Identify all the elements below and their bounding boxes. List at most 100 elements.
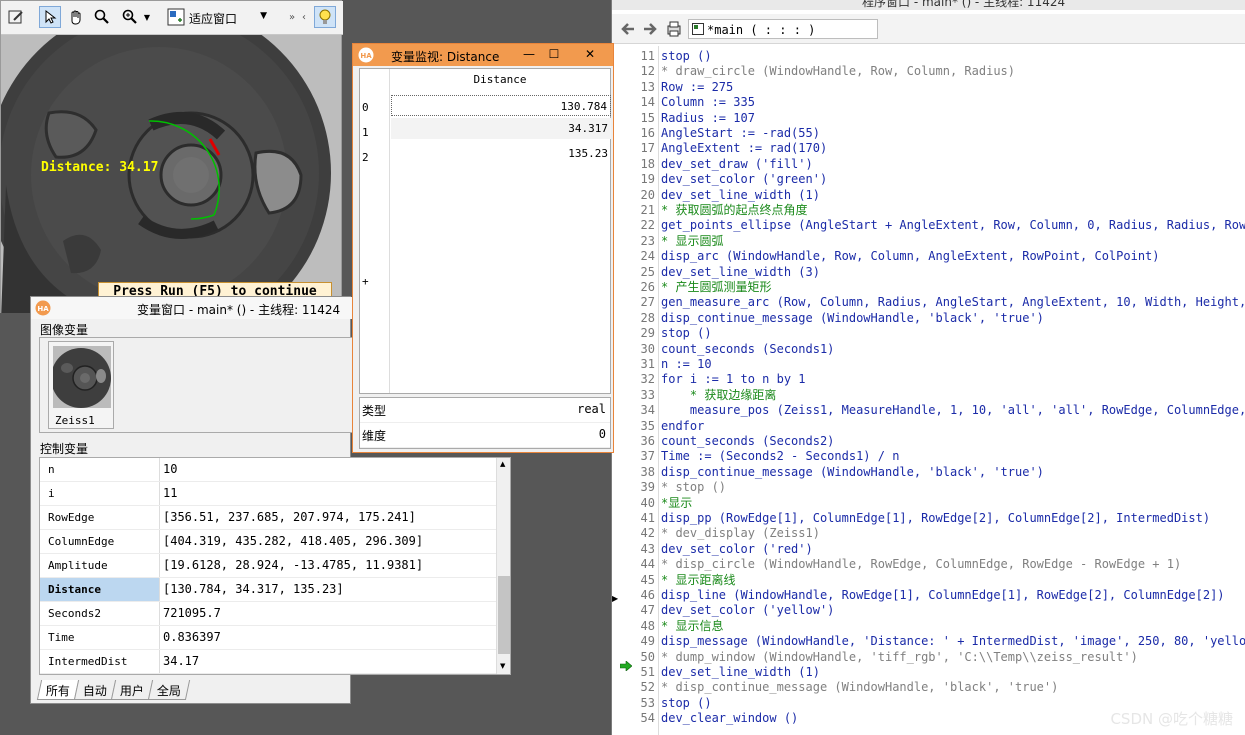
procedure-select[interactable]: *main ( : : : ) — [688, 19, 878, 39]
watch-column-header: Distance — [473, 73, 527, 86]
code-line[interactable]: stop () — [661, 696, 712, 711]
image-variables-label: 图像变量 — [40, 323, 89, 337]
tab-all[interactable]: 所有 — [36, 680, 80, 700]
code-line[interactable]: for i := 1 to n by 1 — [661, 372, 806, 387]
procedure-label: *main ( : : : ) — [707, 23, 816, 37]
code-line[interactable]: * stop () — [661, 480, 726, 495]
image-variable-zeiss1[interactable]: Zeiss1 — [48, 341, 114, 429]
tab-global[interactable]: 全局 — [147, 680, 191, 700]
variable-row[interactable]: ColumnEdge [404.319, 435.282, 418.405, 29… — [40, 530, 496, 554]
code-line[interactable]: disp_continue_message (WindowHandle, 'bl… — [661, 465, 1044, 480]
code-line[interactable]: Column := 335 — [661, 95, 755, 110]
code-line[interactable]: Time := (Seconds2 - Seconds1) / n — [661, 449, 899, 464]
scroll-down-icon[interactable]: ▼ — [500, 662, 505, 670]
code-line[interactable]: dev_set_color ('green') — [661, 172, 827, 187]
fit-window-label: 适应窗口 — [189, 11, 238, 26]
svg-text:HA: HA — [360, 52, 372, 60]
code-line[interactable]: stop () — [661, 326, 712, 341]
line-number: 54 — [640, 711, 655, 726]
code-line[interactable]: Row := 275 — [661, 80, 733, 95]
code-line[interactable]: * 显示圆弧 — [661, 234, 723, 249]
code-line[interactable]: endfor — [661, 419, 704, 434]
graphics-canvas[interactable]: Distance: 34.17 — [1, 35, 341, 313]
code-line[interactable]: measure_pos (Zeiss1, MeasureHandle, 1, 1… — [661, 403, 1245, 418]
variable-row[interactable]: Time 0.836397 — [40, 626, 496, 650]
code-line[interactable]: disp_arc (WindowHandle, Row, Column, Ang… — [661, 249, 1160, 264]
vertical-scrollbar[interactable]: ▲ ▼ — [496, 458, 510, 674]
line-number: 20 — [640, 187, 655, 202]
watch-index-0: 0 — [362, 101, 369, 114]
code-line[interactable]: * 获取边缘距离 — [661, 388, 776, 403]
code-editor[interactable]: stop () * draw_circle (WindowHandle, Row,… — [658, 46, 1245, 735]
overflow-dropdown-icon[interactable]: ‹ — [299, 6, 309, 28]
code-line[interactable]: dev_set_color ('yellow') — [661, 603, 834, 618]
variable-row[interactable]: Amplitude [19.6128, 28.924, -13.4785, 11.… — [40, 554, 496, 578]
code-line[interactable]: dev_set_draw ('fill') — [661, 157, 813, 172]
back-arrow-icon[interactable] — [620, 21, 636, 40]
variable-row[interactable]: n 10 — [40, 458, 496, 482]
variable-row[interactable]: IntermedDist 34.17 — [40, 650, 496, 674]
code-line[interactable]: AngleStart := -rad(55) — [661, 126, 820, 141]
code-line[interactable]: count_seconds (Seconds1) — [661, 342, 834, 357]
code-line[interactable]: dev_set_line_width (1) — [661, 665, 820, 680]
code-line[interactable]: disp_continue_message (WindowHandle, 'bl… — [661, 311, 1044, 326]
code-line[interactable]: * 显示信息 — [661, 619, 723, 634]
code-line[interactable]: stop () — [661, 49, 712, 64]
code-line[interactable]: * disp_continue_message (WindowHandle, '… — [661, 680, 1058, 695]
watch-dim-label: 维度 — [362, 429, 387, 443]
code-line[interactable]: * draw_circle (WindowHandle, Row, Column… — [661, 64, 1015, 79]
tab-user[interactable]: 用户 — [110, 680, 154, 700]
variable-row[interactable]: Distance [130.784, 34.317, 135.23] — [40, 578, 496, 602]
variable-row[interactable]: RowEdge [356.51, 237.685, 207.974, 175.24… — [40, 506, 496, 530]
maximize-icon[interactable]: ☐ — [545, 46, 563, 62]
code-line[interactable]: *显示 — [661, 496, 692, 511]
code-line[interactable]: n := 10 — [661, 357, 712, 372]
code-line[interactable]: * 显示距离线 — [661, 573, 735, 588]
watch-add-index[interactable]: + — [362, 275, 369, 288]
scroll-up-icon[interactable]: ▲ — [500, 460, 505, 468]
watch-value-1[interactable]: 34.317 — [391, 118, 611, 139]
svg-text:HA: HA — [37, 305, 49, 313]
code-line[interactable]: dev_set_line_width (1) — [661, 188, 820, 203]
close-icon[interactable]: ✕ — [581, 46, 599, 62]
code-line[interactable]: * dump_window (WindowHandle, 'tiff_rgb',… — [661, 650, 1138, 665]
watch-value-0[interactable]: 130.784 — [391, 95, 611, 116]
code-line[interactable]: * 产生圆弧测量矩形 — [661, 280, 771, 295]
scrollbar-thumb[interactable] — [498, 576, 510, 654]
code-line[interactable]: * disp_circle (WindowHandle, RowEdge, Co… — [661, 557, 1181, 572]
code-line[interactable]: get_points_ellipse (AngleStart + AngleEx… — [661, 218, 1245, 233]
minimize-icon[interactable]: — — [520, 46, 538, 62]
watch-window-title: 变量监视: Distance — [391, 50, 500, 64]
magnifier-icon[interactable] — [91, 6, 113, 28]
watch-properties: 类型 real 维度 0 — [359, 397, 611, 449]
code-line[interactable]: * dev_display (Zeiss1) — [661, 526, 820, 541]
code-line[interactable]: dev_set_color ('red') — [661, 542, 813, 557]
overflow-icon[interactable]: » — [285, 6, 299, 28]
forward-arrow-icon[interactable] — [642, 21, 658, 40]
variable-row[interactable]: Seconds2 721095.7 — [40, 602, 496, 626]
zoom-in-icon[interactable] — [119, 6, 141, 28]
code-line[interactable]: count_seconds (Seconds2) — [661, 434, 834, 449]
watch-value-2[interactable]: 135.23 — [391, 143, 611, 164]
code-line[interactable]: * 获取圆弧的起点终点角度 — [661, 203, 807, 218]
line-number: 31 — [640, 357, 655, 371]
edit-icon[interactable] — [5, 6, 27, 28]
line-number: 32 — [640, 372, 655, 387]
code-line[interactable]: gen_measure_arc (Row, Column, Radius, An… — [661, 295, 1245, 310]
code-line[interactable]: disp_message (WindowHandle, 'Distance: '… — [661, 634, 1245, 649]
pointer-icon[interactable] — [39, 6, 61, 28]
program-counter-icon — [620, 661, 632, 671]
tab-auto[interactable]: 自动 — [73, 680, 117, 700]
code-line[interactable]: disp_pp (RowEdge[1], ColumnEdge[1], RowE… — [661, 511, 1210, 526]
print-icon[interactable] — [666, 20, 682, 41]
code-line[interactable]: AngleExtent := rad(170) — [661, 141, 827, 156]
variable-row[interactable]: i 11 — [40, 482, 496, 506]
code-line[interactable]: disp_line (WindowHandle, RowEdge[1], Col… — [661, 588, 1225, 603]
lightbulb-icon[interactable] — [314, 6, 336, 28]
zoom-dropdown-icon[interactable]: ▼ — [141, 6, 153, 28]
code-line[interactable]: Radius := 107 — [661, 111, 755, 126]
hand-icon[interactable] — [65, 6, 87, 28]
code-line[interactable]: dev_clear_window () — [661, 711, 798, 726]
fit-window-select[interactable]: 适应窗口 ▼ — [165, 7, 271, 29]
code-line[interactable]: dev_set_line_width (3) — [661, 265, 820, 280]
